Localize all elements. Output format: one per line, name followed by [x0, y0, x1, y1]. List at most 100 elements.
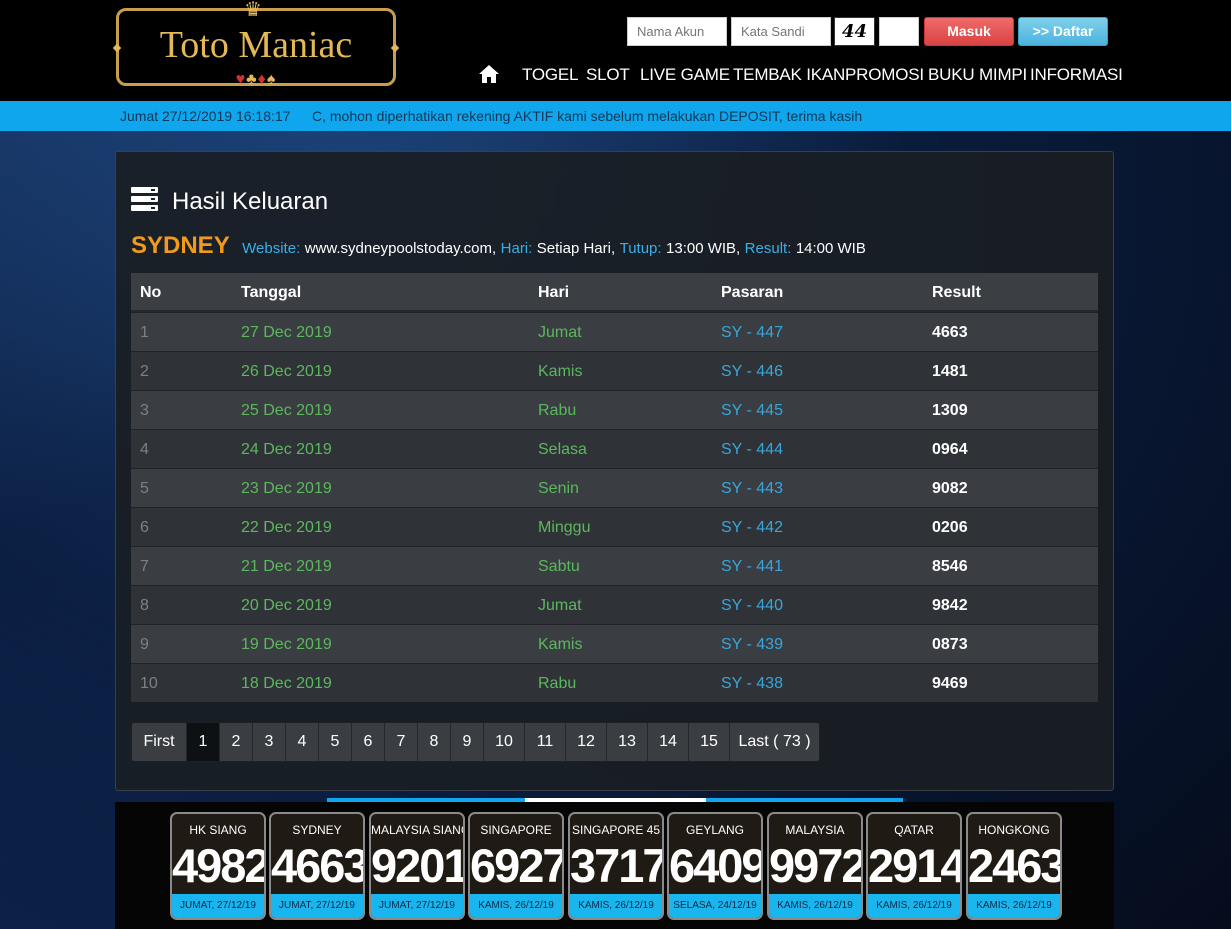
row-hari: Jumat: [538, 597, 582, 614]
carousel-indicator[interactable]: [706, 798, 903, 802]
row-no: 9: [140, 636, 149, 653]
row-hari: Kamis: [538, 363, 583, 380]
row-pasaran: SY - 441: [721, 558, 783, 575]
announcement-ticker: Jumat 27/12/2019 16:18:17 C, mohon diper…: [0, 101, 1231, 131]
page-button-2[interactable]: 2: [220, 723, 253, 761]
row-result: 0873: [932, 636, 968, 653]
ticker-message: C, mohon diperhatikan rekening AKTIF kam…: [312, 108, 863, 124]
page-button-6[interactable]: 6: [352, 723, 385, 761]
market-card[interactable]: SINGAPORE 45 3717 KAMIS, 26/12/19: [568, 812, 664, 920]
market-card-name: SINGAPORE: [480, 823, 552, 837]
row-result: 8546: [932, 558, 968, 575]
password-field[interactable]: [731, 17, 831, 46]
table-row: 1 27 Dec 2019 Jumat SY - 447 4663: [131, 312, 1098, 351]
table-row: 2 26 Dec 2019 Kamis SY - 446 1481: [131, 351, 1098, 390]
home-icon[interactable]: [478, 64, 500, 84]
market-card[interactable]: HONGKONG 2463 KAMIS, 26/12/19: [966, 812, 1062, 920]
page-button-1[interactable]: 1: [187, 723, 220, 761]
table-row: 5 23 Dec 2019 Senin SY - 443 9082: [131, 468, 1098, 507]
market-card[interactable]: SINGAPORE 6927 KAMIS, 26/12/19: [468, 812, 564, 920]
nav-item-buku-mimpi[interactable]: BUKU MIMPI: [928, 65, 1027, 85]
register-button[interactable]: >> Daftar: [1018, 17, 1108, 46]
row-tanggal: 21 Dec 2019: [241, 558, 332, 575]
row-tanggal: 19 Dec 2019: [241, 636, 332, 653]
page-button-5[interactable]: 5: [319, 723, 352, 761]
row-hari: Jumat: [538, 324, 582, 341]
market-card-name: HONGKONG: [978, 823, 1050, 837]
page-button-10[interactable]: 10: [484, 723, 525, 761]
website-value: www.sydneypoolstoday.com,: [304, 240, 497, 257]
market-card[interactable]: HK SIANG 4982 JUMAT, 27/12/19: [170, 812, 266, 920]
row-pasaran: SY - 438: [721, 675, 783, 692]
row-no: 8: [140, 597, 149, 614]
row-tanggal: 18 Dec 2019: [241, 675, 332, 692]
logo-text: Toto Maniac: [159, 24, 353, 66]
table-header: No Tanggal Hari Pasaran Result: [131, 273, 1098, 312]
row-pasaran: SY - 447: [721, 324, 783, 341]
captcha-field[interactable]: [879, 17, 919, 46]
carousel-indicator[interactable]: [327, 798, 525, 802]
row-pasaran: SY - 443: [721, 480, 783, 497]
market-card-number: 9972: [769, 839, 863, 892]
nav-item-promosi[interactable]: PROMOSI: [845, 65, 924, 85]
page-button-14[interactable]: 14: [648, 723, 689, 761]
nav-item-informasi[interactable]: INFORMASI: [1030, 65, 1123, 85]
column-header-tanggal: Tanggal: [241, 284, 302, 301]
market-card-name: MALAYSIA: [785, 823, 845, 837]
row-pasaran: SY - 440: [721, 597, 783, 614]
market-card[interactable]: MALAYSIA 9972 KAMIS, 26/12/19: [767, 812, 863, 920]
page-button-11[interactable]: 11: [525, 723, 566, 761]
table-body: 1 27 Dec 2019 Jumat SY - 447 4663 2 26 Dec 201…: [131, 312, 1098, 702]
nav-item-tembak-ikan[interactable]: TEMBAK IKAN: [733, 65, 845, 85]
market-card-name: HK SIANG: [189, 823, 247, 837]
market-card[interactable]: SYDNEY 4663 JUMAT, 27/12/19: [269, 812, 365, 920]
row-result: 4663: [932, 324, 968, 341]
row-hari: Senin: [538, 480, 579, 497]
nav-item-togel[interactable]: TOGEL: [522, 65, 579, 85]
logo-ornament: [112, 43, 122, 53]
market-card-number: 6927: [470, 839, 564, 892]
page-button-7[interactable]: 7: [385, 723, 418, 761]
market-card-number: 4663: [271, 839, 365, 892]
row-no: 2: [140, 363, 149, 380]
market-card[interactable]: MALAYSIA SIANG 9201 JUMAT, 27/12/19: [369, 812, 465, 920]
server-list-icon: [131, 187, 158, 211]
market-info: SYDNEY Website: www.sydneypoolstoday.com…: [131, 232, 866, 260]
ticker-datetime: Jumat 27/12/2019 16:18:17: [120, 108, 291, 124]
page-button-8[interactable]: 8: [418, 723, 451, 761]
page-button-9[interactable]: 9: [451, 723, 484, 761]
row-pasaran: SY - 446: [721, 363, 783, 380]
page-button-4[interactable]: 4: [286, 723, 319, 761]
row-pasaran: SY - 442: [721, 519, 783, 536]
page-button-15[interactable]: 15: [689, 723, 730, 761]
result-label: Result:: [744, 240, 792, 257]
page-button-13[interactable]: 13: [607, 723, 648, 761]
table-row: 3 25 Dec 2019 Rabu SY - 445 1309: [131, 390, 1098, 429]
carousel-indicator-active[interactable]: [525, 798, 706, 802]
row-no: 3: [140, 402, 149, 419]
market-card[interactable]: GEYLANG 6409 SELASA, 24/12/19: [667, 812, 763, 920]
row-result: 1309: [932, 402, 968, 419]
market-card-date: KAMIS, 26/12/19: [868, 894, 960, 918]
nav-item-live-game[interactable]: LIVE GAME: [640, 65, 730, 85]
market-card-date: JUMAT, 27/12/19: [271, 894, 363, 918]
login-button[interactable]: Masuk: [924, 17, 1014, 46]
site-logo[interactable]: ♛ Toto Maniac ♥♣♦♠: [112, 0, 400, 88]
page-first-button[interactable]: First: [132, 723, 187, 761]
tutup-value: 13:00 WIB,: [666, 240, 741, 257]
tutup-label: Tutup:: [619, 240, 662, 257]
market-card[interactable]: QATAR 2914 KAMIS, 26/12/19: [866, 812, 962, 920]
captcha-image: 44: [834, 17, 875, 46]
nav-item-slot[interactable]: SLOT: [586, 65, 630, 85]
table-row: 7 21 Dec 2019 Sabtu SY - 441 8546: [131, 546, 1098, 585]
results-table: No Tanggal Hari Pasaran Result 1 27 Dec 2…: [131, 273, 1098, 702]
row-tanggal: 24 Dec 2019: [241, 441, 332, 458]
table-row: 10 18 Dec 2019 Rabu SY - 438 9469: [131, 663, 1098, 702]
table-row: 9 19 Dec 2019 Kamis SY - 439 0873: [131, 624, 1098, 663]
username-field[interactable]: [627, 17, 727, 46]
page-button-12[interactable]: 12: [566, 723, 607, 761]
page-last-button[interactable]: Last ( 73 ): [730, 723, 819, 761]
page-button-3[interactable]: 3: [253, 723, 286, 761]
row-hari: Rabu: [538, 402, 577, 419]
market-card-number: 3717: [570, 839, 664, 892]
